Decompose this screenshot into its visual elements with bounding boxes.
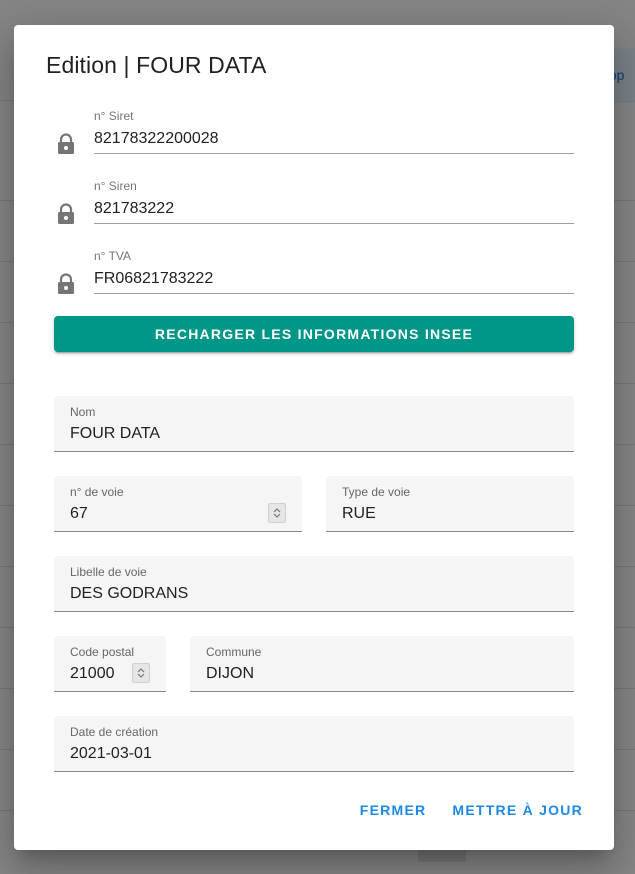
tva-underline <box>94 293 574 294</box>
edit-dialog: Edition | FOUR DATA n° Siret 82178322200… <box>14 25 614 850</box>
numero-voie-label: n° de voie <box>70 485 124 499</box>
nom-value: FOUR DATA <box>70 425 161 442</box>
nom-field[interactable]: Nom FOUR DATA <box>54 396 574 452</box>
siren-underline <box>94 223 574 224</box>
numero-voie-field[interactable]: n° de voie 67 <box>54 476 302 532</box>
type-voie-value: RUE <box>342 505 376 522</box>
update-button[interactable]: METTRE À JOUR <box>439 794 596 826</box>
reload-insee-button[interactable]: RECHARGER LES INFORMATIONS INSEE <box>54 316 574 352</box>
numero-voie-value: 67 <box>70 505 88 522</box>
date-creation-value: 2021-03-01 <box>70 745 152 762</box>
tva-label: n° TVA <box>94 249 132 263</box>
siret-value: 82178322200028 <box>94 130 219 147</box>
siret-field: n° Siret 82178322200028 <box>54 109 574 165</box>
libelle-voie-label: Libelle de voie <box>70 565 147 579</box>
commune-value: DIJON <box>206 665 254 682</box>
siren-label: n° Siren <box>94 179 137 193</box>
date-creation-label: Date de création <box>70 725 159 739</box>
lock-icon <box>58 133 74 154</box>
tva-field: n° TVA FR06821783222 <box>54 249 574 305</box>
lock-icon <box>58 203 74 224</box>
siret-label: n° Siret <box>94 109 134 123</box>
libelle-voie-value: DES GODRANS <box>70 585 189 602</box>
code-postal-field[interactable]: Code postal 21000 <box>54 636 166 692</box>
nom-label: Nom <box>70 405 96 419</box>
dialog-title: Edition | FOUR DATA <box>46 52 267 78</box>
siren-value: 821783222 <box>94 200 175 217</box>
lock-icon <box>58 273 74 294</box>
date-creation-field[interactable]: Date de création 2021-03-01 <box>54 716 574 772</box>
dialog-actions: FERMER METTRE À JOUR <box>347 794 596 826</box>
stepper-icon[interactable] <box>268 503 286 523</box>
tva-value: FR06821783222 <box>94 270 214 287</box>
siren-field: n° Siren 821783222 <box>54 179 574 235</box>
type-voie-label: Type de voie <box>342 485 411 499</box>
siret-underline <box>94 153 574 154</box>
type-voie-field[interactable]: Type de voie RUE <box>326 476 574 532</box>
close-button[interactable]: FERMER <box>347 794 440 826</box>
code-postal-value: 21000 <box>70 665 115 682</box>
libelle-voie-field[interactable]: Libelle de voie DES GODRANS <box>54 556 574 612</box>
code-postal-label: Code postal <box>70 645 135 659</box>
commune-field[interactable]: Commune DIJON <box>190 636 574 692</box>
commune-label: Commune <box>206 645 262 659</box>
stepper-icon[interactable] <box>132 663 150 683</box>
